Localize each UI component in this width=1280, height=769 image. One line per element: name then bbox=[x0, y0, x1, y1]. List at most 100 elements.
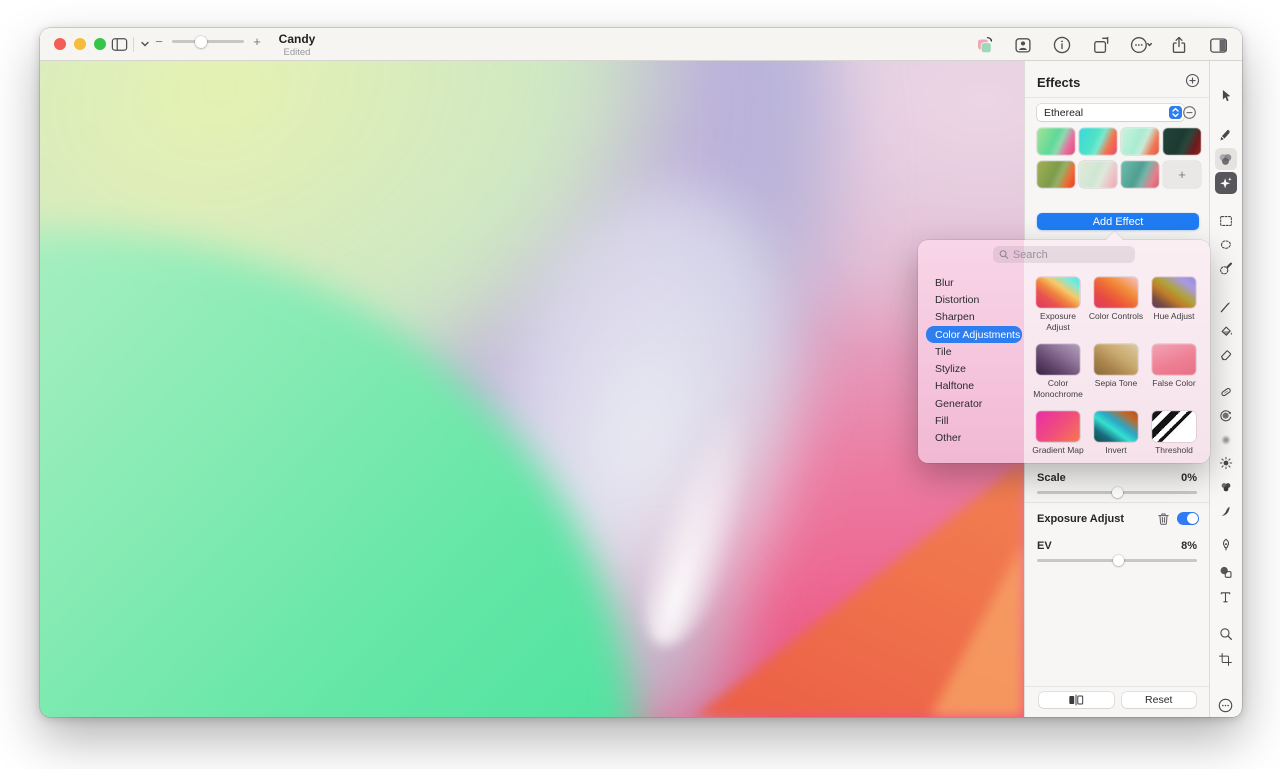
category-sharpen[interactable]: Sharpen bbox=[926, 309, 1022, 326]
smudge-tool[interactable] bbox=[1215, 500, 1237, 522]
category-stylize[interactable]: Stylize bbox=[926, 360, 1022, 377]
rect-select-tool[interactable] bbox=[1215, 210, 1237, 232]
preset-1-thumbnail[interactable] bbox=[1037, 128, 1075, 155]
effect-thumbnail[interactable] bbox=[1036, 344, 1080, 375]
zoom-slider-thumb[interactable] bbox=[195, 36, 207, 48]
ev-slider-thumb[interactable] bbox=[1113, 555, 1124, 566]
category-tile[interactable]: Tile bbox=[926, 343, 1022, 360]
line-tool[interactable] bbox=[1215, 296, 1237, 318]
style-tool[interactable] bbox=[1215, 124, 1237, 146]
effect-thumbnail[interactable] bbox=[1152, 411, 1196, 442]
effect-thumbnail[interactable] bbox=[1094, 344, 1138, 375]
divider bbox=[1025, 686, 1209, 687]
lighten-tool[interactable] bbox=[1215, 452, 1237, 474]
scale-slider-thumb[interactable] bbox=[1112, 487, 1123, 498]
more-tools[interactable] bbox=[1215, 694, 1237, 716]
sharpen-tool[interactable] bbox=[1215, 476, 1237, 498]
category-fill[interactable]: Fill bbox=[926, 412, 1022, 429]
effects-panel-title: Effects bbox=[1037, 75, 1080, 90]
effects-search-field[interactable] bbox=[993, 246, 1135, 263]
category-other[interactable]: Other bbox=[926, 430, 1022, 447]
add-effect-button[interactable]: Add Effect bbox=[1037, 213, 1199, 230]
shape-tool[interactable] bbox=[1215, 561, 1237, 583]
preset-7-thumbnail[interactable] bbox=[1121, 161, 1159, 188]
free-select-tool[interactable] bbox=[1215, 234, 1237, 256]
ev-value: 8% bbox=[1181, 540, 1197, 552]
reset-button[interactable]: Reset bbox=[1122, 692, 1197, 708]
transform-icon[interactable] bbox=[1089, 33, 1113, 57]
preset-2-thumbnail[interactable] bbox=[1079, 128, 1117, 155]
arrange-tool[interactable] bbox=[1215, 85, 1237, 107]
add-preset-collection-icon[interactable] bbox=[1185, 73, 1200, 88]
chevron-down-icon[interactable] bbox=[139, 38, 151, 50]
delete-effect-icon[interactable] bbox=[1157, 512, 1170, 526]
portrait-icon[interactable] bbox=[1011, 33, 1035, 57]
preset-6-thumbnail[interactable] bbox=[1079, 161, 1117, 188]
app-window: − + Candy Edited Effects bbox=[40, 28, 1242, 717]
colors-shortcut-icon[interactable] bbox=[972, 33, 996, 57]
toggle-left-sidebar-icon[interactable] bbox=[110, 35, 129, 54]
effect-color-monochrome[interactable]: Color Monochrome bbox=[1029, 337, 1087, 404]
preset-select[interactable]: Ethereal bbox=[1037, 104, 1184, 121]
effect-threshold[interactable]: Threshold bbox=[1145, 404, 1203, 463]
effect-false-color[interactable]: False Color bbox=[1145, 337, 1203, 404]
add-preset-button[interactable]: + bbox=[1163, 161, 1201, 188]
effect-color-controls[interactable]: Color Controls bbox=[1087, 270, 1145, 337]
color-adjustments-tool[interactable] bbox=[1215, 148, 1237, 170]
zoom-tool[interactable] bbox=[1215, 623, 1237, 645]
effect-gradient-map[interactable]: Gradient Map bbox=[1029, 404, 1087, 463]
effects-tool[interactable] bbox=[1215, 172, 1237, 194]
compare-button[interactable] bbox=[1039, 692, 1114, 708]
add-effect-popover: BlurDistortionSharpenColor AdjustmentsTi… bbox=[918, 240, 1210, 463]
canvas[interactable] bbox=[40, 61, 1024, 717]
effect-invert[interactable]: Invert bbox=[1087, 404, 1145, 463]
effect-label: Color Monochrome bbox=[1030, 378, 1086, 399]
erase-tool[interactable] bbox=[1215, 344, 1237, 366]
effect-label: Gradient Map bbox=[1030, 445, 1086, 456]
repair-tool[interactable] bbox=[1215, 381, 1237, 403]
remove-preset-icon[interactable] bbox=[1182, 105, 1197, 120]
zoom-control: − + bbox=[154, 34, 262, 49]
fill-tool[interactable] bbox=[1215, 320, 1237, 342]
search-input[interactable] bbox=[1013, 249, 1129, 261]
preset-4-thumbnail[interactable] bbox=[1163, 128, 1201, 155]
effect-hue-adjust[interactable]: Hue Adjust bbox=[1145, 270, 1203, 337]
effect-thumbnail[interactable] bbox=[1036, 411, 1080, 442]
effect-thumbnail[interactable] bbox=[1094, 411, 1138, 442]
category-distortion[interactable]: Distortion bbox=[926, 291, 1022, 308]
clone-tool[interactable] bbox=[1215, 405, 1237, 427]
category-blur[interactable]: Blur bbox=[926, 274, 1022, 291]
pen-tool[interactable] bbox=[1215, 534, 1237, 556]
crop-tool[interactable] bbox=[1215, 648, 1237, 670]
fullscreen-button[interactable] bbox=[94, 38, 106, 50]
category-generator[interactable]: Generator bbox=[926, 395, 1022, 412]
toggle-right-sidebar-icon[interactable] bbox=[1206, 33, 1230, 57]
effect-thumbnail[interactable] bbox=[1036, 277, 1080, 308]
quick-select-tool[interactable] bbox=[1215, 258, 1237, 280]
ev-slider[interactable] bbox=[1037, 559, 1197, 562]
effect-exposure-adjust[interactable]: Exposure Adjust bbox=[1029, 270, 1087, 337]
close-button[interactable] bbox=[54, 38, 66, 50]
effect-sepia-tone[interactable]: Sepia Tone bbox=[1087, 337, 1145, 404]
share-icon[interactable] bbox=[1167, 33, 1191, 57]
preset-3-thumbnail[interactable] bbox=[1121, 128, 1159, 155]
zoom-out-button[interactable]: − bbox=[154, 34, 164, 49]
effect-thumbnail[interactable] bbox=[1152, 277, 1196, 308]
divider bbox=[1025, 97, 1209, 98]
scale-slider[interactable] bbox=[1037, 491, 1197, 494]
info-icon[interactable] bbox=[1050, 33, 1074, 57]
type-tool[interactable] bbox=[1215, 586, 1237, 608]
zoom-slider[interactable] bbox=[172, 40, 244, 43]
effect-grid: Exposure AdjustColor ControlsHue Adjust C… bbox=[1029, 270, 1205, 463]
category-halftone[interactable]: Halftone bbox=[926, 378, 1022, 395]
soften-tool[interactable] bbox=[1215, 429, 1237, 451]
preset-5-thumbnail[interactable] bbox=[1037, 161, 1075, 188]
minimize-button[interactable] bbox=[74, 38, 86, 50]
effect-enabled-toggle[interactable] bbox=[1177, 512, 1199, 525]
titlebar: − + Candy Edited bbox=[40, 28, 1242, 61]
category-color-adjustments[interactable]: Color Adjustments bbox=[926, 326, 1022, 343]
more-options-icon[interactable] bbox=[1128, 33, 1152, 57]
divider bbox=[1025, 502, 1209, 503]
effect-thumbnail[interactable] bbox=[1152, 344, 1196, 375]
effect-thumbnail[interactable] bbox=[1094, 277, 1138, 308]
